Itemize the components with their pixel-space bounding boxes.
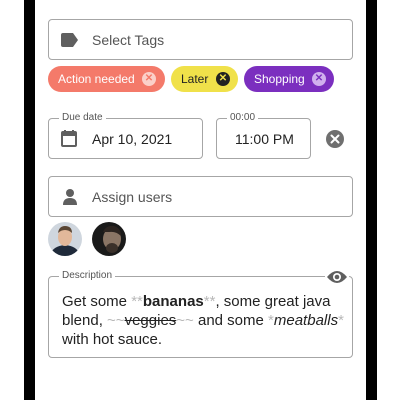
- label-icon: [61, 33, 78, 47]
- due-date-legend: Due date: [59, 111, 106, 125]
- desc-italic: meatballs: [273, 312, 339, 329]
- assign-users-placeholder: Assign users: [92, 189, 173, 205]
- due-time-field[interactable]: 00:00 11:00 PM: [216, 111, 311, 159]
- md-strike-marker: ~~: [176, 312, 194, 329]
- calendar-icon: [61, 130, 77, 147]
- due-date-field[interactable]: Due date Apr 10, 2021: [48, 111, 203, 159]
- md-bold-marker: **: [203, 293, 216, 310]
- person-icon: [63, 189, 77, 205]
- due-time-value: 11:00 PM: [235, 131, 294, 147]
- chip-remove-icon[interactable]: ✕: [312, 72, 326, 86]
- avatar[interactable]: [48, 222, 82, 256]
- description-content[interactable]: Get some **bananas**, some great java bl…: [62, 292, 354, 349]
- clear-icon[interactable]: [326, 130, 344, 148]
- desc-text: Get some: [62, 293, 132, 310]
- avatar[interactable]: [92, 222, 126, 256]
- assign-users-field[interactable]: Assign users: [48, 176, 353, 217]
- chip-label: Later: [181, 72, 209, 86]
- desc-text: with hot sauce.: [62, 331, 163, 348]
- device-bezel-right: [366, 0, 377, 400]
- description-field[interactable]: Description Get some **bananas**, some g…: [48, 269, 354, 358]
- tag-chip-later[interactable]: Later ✕: [171, 66, 238, 92]
- tags-select[interactable]: Select Tags: [48, 19, 353, 60]
- user-photo: [92, 222, 126, 256]
- desc-bold: bananas: [142, 293, 204, 310]
- chip-remove-icon[interactable]: ✕: [216, 72, 230, 86]
- due-date-value: Apr 10, 2021: [92, 131, 173, 147]
- md-italic-marker: *: [338, 312, 344, 329]
- md-bold-marker: **: [131, 293, 143, 310]
- tag-chip-shopping[interactable]: Shopping ✕: [244, 66, 334, 92]
- chip-remove-icon[interactable]: ✕: [142, 72, 156, 86]
- eye-icon[interactable]: [325, 270, 349, 284]
- chip-label: Shopping: [254, 72, 305, 86]
- md-strike-marker: ~~: [107, 312, 125, 329]
- tag-chip-action-needed[interactable]: Action needed ✕: [48, 66, 165, 92]
- due-time-legend: 00:00: [227, 111, 259, 125]
- tags-placeholder: Select Tags: [92, 32, 165, 48]
- chip-label: Action needed: [58, 72, 135, 86]
- desc-text: and some: [193, 312, 269, 329]
- description-legend: Description: [59, 269, 116, 283]
- device-bezel-left: [24, 0, 35, 400]
- desc-strike: veggies: [124, 312, 177, 329]
- user-photo: [48, 222, 82, 256]
